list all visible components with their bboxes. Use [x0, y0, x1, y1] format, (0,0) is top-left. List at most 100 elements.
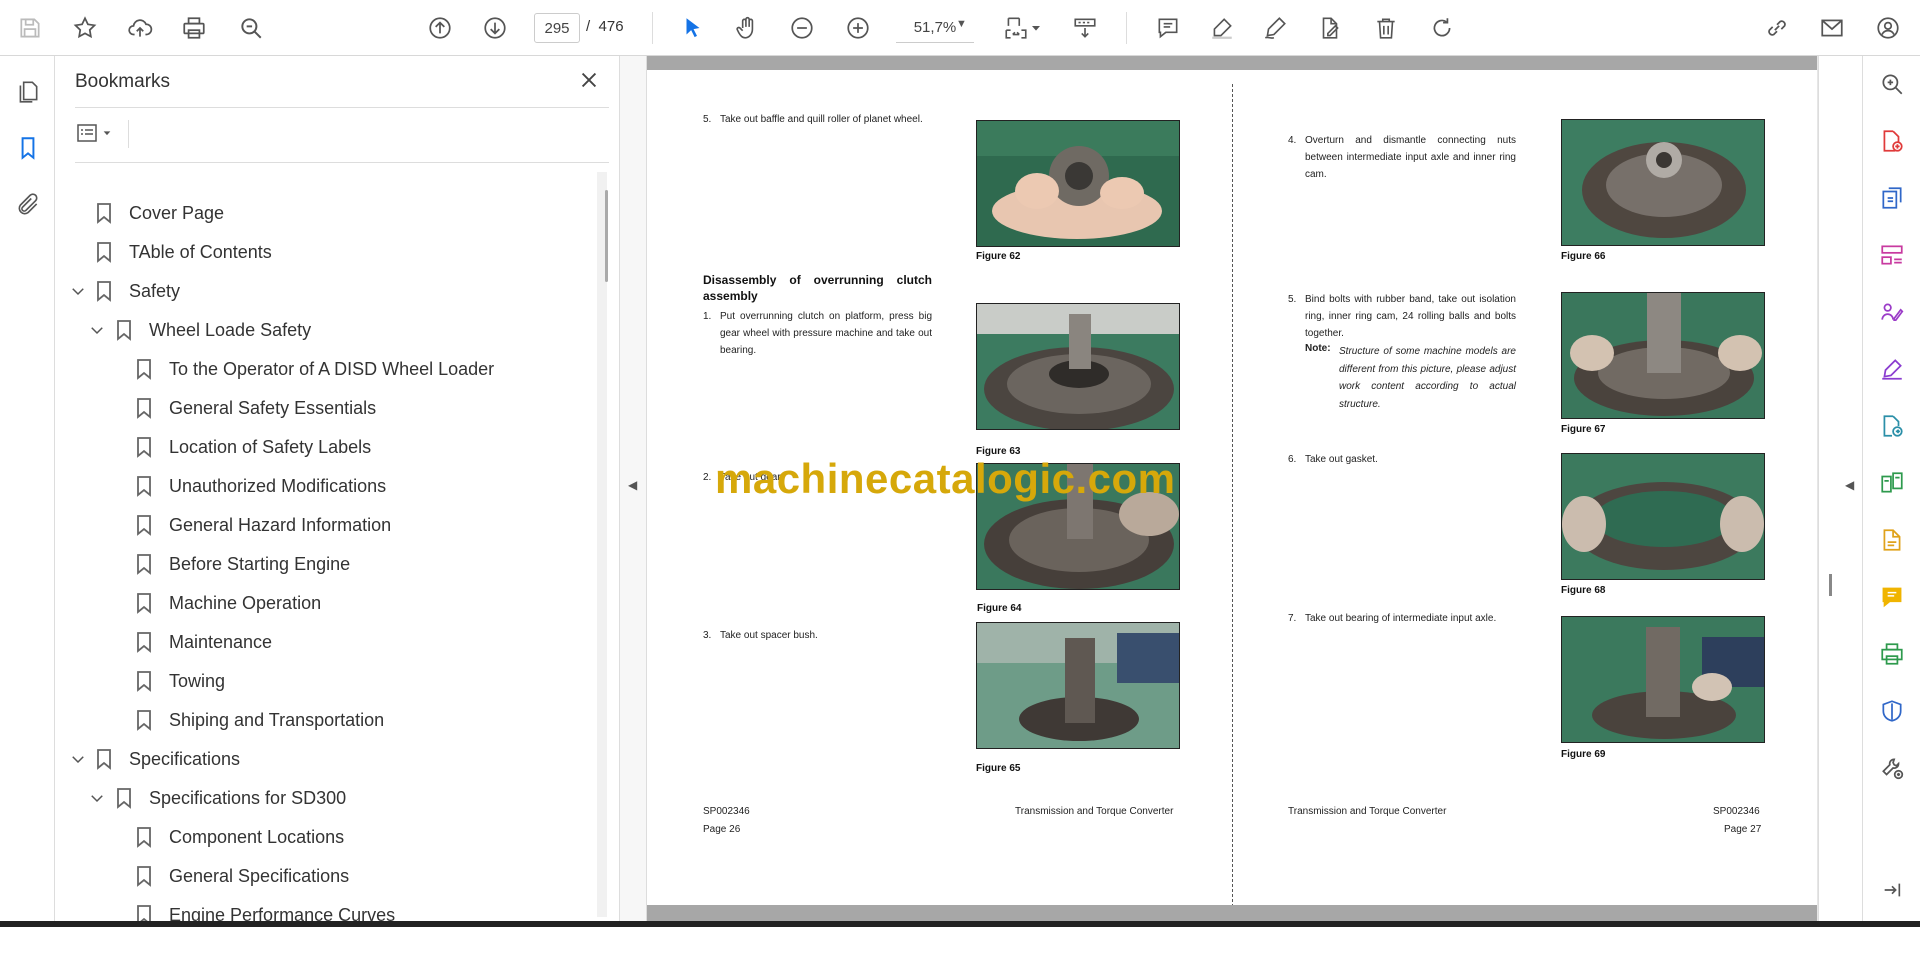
bookmark-tree: Cover Page TAble of Contents Safety Wheel L… [55, 166, 600, 971]
close-icon[interactable] [575, 66, 603, 94]
protect-shield-icon[interactable] [1876, 695, 1908, 727]
chevron-down-icon[interactable] [68, 749, 88, 769]
bookmarks-scrollbar-thumb[interactable] [605, 190, 608, 282]
edit-pdf-icon[interactable] [1314, 12, 1346, 44]
chevron-down-icon[interactable] [87, 788, 107, 808]
bookmark-label: Before Starting Engine [169, 553, 351, 574]
draw-pen-icon[interactable] [1259, 12, 1291, 44]
bookmark-item[interactable]: Before Starting Engine [135, 549, 350, 579]
bookmark-item[interactable]: Specifications for SD300 [115, 783, 346, 813]
bookmark-item[interactable]: Component Locations [135, 822, 344, 852]
bookmark-label: To the Operator of A DISD Wheel Loader [169, 358, 495, 379]
search-icon[interactable] [235, 12, 267, 44]
zoom-in-icon[interactable] [842, 12, 874, 44]
bookmark-label: TAble of Contents [129, 241, 272, 262]
export-pdf-icon[interactable] [1876, 182, 1908, 214]
figure-64-caption: Figure 64 [977, 603, 1022, 614]
bookmark-flag-icon [95, 202, 113, 224]
account-icon[interactable] [1872, 12, 1904, 44]
bookmark-item[interactable]: Shiping and Transportation [135, 705, 384, 735]
bookmark-item[interactable]: Machine Operation [135, 588, 321, 618]
figure-69-caption: Figure 69 [1561, 749, 1606, 760]
share-link-icon[interactable] [1761, 12, 1793, 44]
comment-tool-icon[interactable] [1876, 581, 1908, 613]
scan-ocr-icon[interactable] [1876, 524, 1908, 556]
bookmarks-scrollbar-track[interactable] [597, 172, 607, 917]
bookmark-flag-icon [135, 631, 153, 653]
bookmark-item[interactable]: Wheel Loade Safety [115, 315, 311, 345]
right-footer-code: SP002346 [1713, 806, 1760, 817]
figure-62-caption: Figure 62 [976, 251, 1021, 262]
email-icon[interactable] [1816, 12, 1848, 44]
zoom-out-icon[interactable] [786, 12, 818, 44]
trash-icon[interactable] [1370, 12, 1402, 44]
bookmark-label: General Specifications [169, 865, 350, 886]
figure-68-caption: Figure 68 [1561, 585, 1606, 596]
tools-rail [1862, 56, 1920, 921]
bookmark-item[interactable]: Safety [95, 276, 180, 306]
bookmark-options-button[interactable] [75, 118, 119, 148]
create-pdf-icon[interactable] [1876, 125, 1908, 157]
bookmark-item[interactable]: To the Operator of A DISD Wheel Loader [135, 354, 494, 384]
page-number-input[interactable]: 295 [534, 13, 580, 43]
next-page-icon[interactable] [479, 12, 511, 44]
bookmark-item[interactable]: General Specifications [135, 861, 349, 891]
more-tools-icon[interactable] [1876, 752, 1908, 784]
chevron-down-icon[interactable] [1028, 12, 1044, 44]
figure-65-image [976, 622, 1180, 749]
comment-icon[interactable] [1152, 12, 1184, 44]
chevron-down-icon[interactable] [68, 281, 88, 301]
watermark-text: machinecatalogic.com [715, 455, 1176, 502]
bookmark-item[interactable]: Specifications [95, 744, 240, 774]
document-viewport[interactable]: 5. Take out baffle and quill roller of pl… [647, 56, 1818, 921]
star-icon[interactable] [69, 12, 101, 44]
bookmark-label: Specifications [129, 748, 241, 769]
bookmark-item[interactable]: Cover Page [95, 198, 224, 228]
bookmark-item[interactable]: Location of Safety Labels [135, 432, 371, 462]
note-label: Note: [1305, 343, 1331, 354]
bookmark-item[interactable]: Towing [135, 666, 225, 696]
redo-icon[interactable] [1426, 12, 1458, 44]
prev-page-icon[interactable] [424, 12, 456, 44]
bookmark-flag-icon [135, 709, 153, 731]
collapse-tools-icon[interactable] [1876, 874, 1908, 906]
bookmark-item[interactable]: TAble of Contents [95, 237, 272, 267]
attachment-icon[interactable] [12, 189, 44, 221]
chevron-down-icon[interactable]: ▼ [956, 18, 967, 30]
bookmark-flag-icon [95, 748, 113, 770]
figure-62-image [976, 120, 1180, 247]
left-footer-title: Transmission and Torque Converter [1015, 806, 1174, 817]
request-signature-icon[interactable] [1876, 296, 1908, 328]
collapse-panel-icon[interactable]: ◀ [628, 478, 637, 492]
organize-pages-icon[interactable] [1876, 239, 1908, 271]
save-icon[interactable] [14, 12, 46, 44]
zoom-search-icon[interactable] [1876, 68, 1908, 100]
print-production-icon[interactable] [1876, 638, 1908, 670]
chevron-down-icon[interactable] [87, 320, 107, 340]
divider [128, 120, 129, 148]
select-cursor-icon[interactable] [677, 12, 709, 44]
bookmark-item[interactable]: Maintenance [135, 627, 272, 657]
compare-files-icon[interactable] [1876, 467, 1908, 499]
send-track-icon[interactable] [1876, 410, 1908, 442]
fill-sign-icon[interactable] [1876, 353, 1908, 385]
page-gap [647, 56, 1817, 70]
bookmark-item[interactable]: Unauthorized Modifications [135, 471, 386, 501]
scrollbar-thumb[interactable] [1829, 574, 1832, 596]
bookmark-label: Unauthorized Modifications [169, 475, 387, 496]
hand-tool-icon[interactable] [731, 12, 763, 44]
left-footer-page: Page 26 [703, 824, 741, 835]
bookmark-icon[interactable] [12, 132, 44, 164]
bookmark-item[interactable]: General Safety Essentials [135, 393, 376, 423]
bookmark-item[interactable]: General Hazard Information [135, 510, 391, 540]
bookmark-flag-icon [135, 475, 153, 497]
document-scrollbar[interactable] [1818, 56, 1845, 921]
scroll-mode-icon[interactable] [1069, 12, 1101, 44]
upload-cloud-icon[interactable] [124, 12, 156, 44]
expand-tools-panel-icon[interactable]: ◀ [1845, 478, 1854, 492]
bookmark-label: Machine Operation [169, 592, 322, 613]
bookmark-flag-icon [135, 514, 153, 536]
highlighter-icon[interactable] [1206, 12, 1238, 44]
page-thumbnails-icon[interactable] [12, 76, 44, 108]
print-icon[interactable] [178, 12, 210, 44]
